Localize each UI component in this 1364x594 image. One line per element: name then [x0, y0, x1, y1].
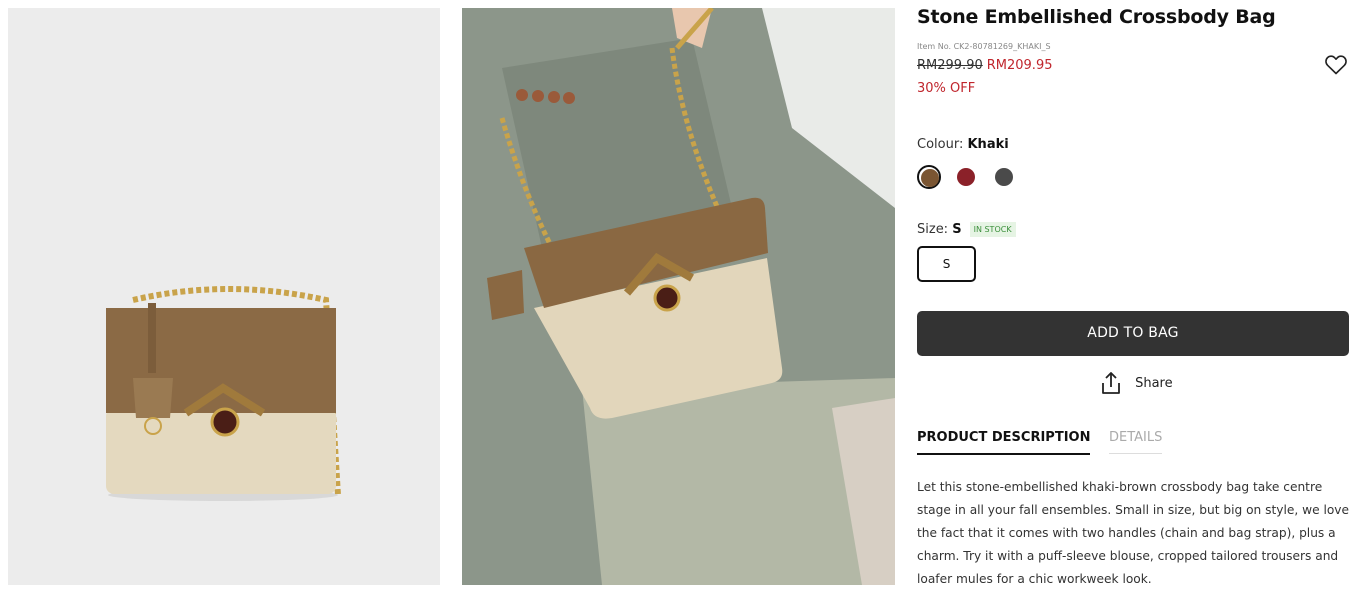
product-image-model[interactable] [462, 8, 895, 585]
swatch-khaki-dot [921, 169, 939, 187]
swatch-burgundy[interactable] [954, 165, 978, 189]
selected-colour-name: Khaki [967, 137, 1009, 152]
size-row: Size: S IN STOCK [917, 219, 1016, 237]
add-to-bag-button[interactable]: ADD TO BAG [917, 311, 1349, 356]
product-description-text: Let this stone-embellished khaki-brown c… [917, 480, 1350, 586]
tab-product-description[interactable]: PRODUCT DESCRIPTION [917, 430, 1091, 455]
size-option-s[interactable]: S [917, 246, 976, 282]
product-info-panel: Stone Embellished Crossbody Bag Item No.… [917, 0, 1349, 594]
swatch-dark-grey[interactable] [992, 165, 1016, 189]
heart-icon [1325, 55, 1347, 75]
swatch-burgundy-dot [957, 168, 975, 186]
size-label-text: Size: [917, 222, 949, 237]
colour-label-text: Colour: [917, 137, 964, 152]
wishlist-button[interactable] [1324, 53, 1348, 77]
bag-illustration [8, 8, 440, 585]
selected-size: S [952, 222, 962, 237]
product-tabs: PRODUCT DESCRIPTION DETAILS [917, 430, 1349, 460]
stock-badge: IN STOCK [969, 222, 1016, 237]
size-label: Size: S [917, 222, 962, 237]
share-button[interactable]: Share [1100, 371, 1173, 397]
discount-label: 30% OFF [917, 81, 976, 96]
item-number: Item No. CK2-80781269_KHAKI_S [917, 42, 1051, 51]
share-label: Share [1135, 375, 1173, 391]
tab-details[interactable]: DETAILS [1109, 430, 1163, 454]
colour-label: Colour: Khaki [917, 137, 1009, 152]
model-illustration [462, 8, 895, 585]
original-price: RM299.90 [917, 58, 983, 73]
product-title: Stone Embellished Crossbody Bag [917, 6, 1276, 28]
swatch-khaki[interactable] [917, 165, 941, 189]
share-icon [1102, 372, 1120, 394]
swatch-dark-grey-dot [995, 168, 1013, 186]
price-row: RM299.90 RM209.95 [917, 58, 1053, 73]
product-image-main[interactable] [8, 8, 440, 585]
sale-price: RM209.95 [986, 58, 1053, 73]
